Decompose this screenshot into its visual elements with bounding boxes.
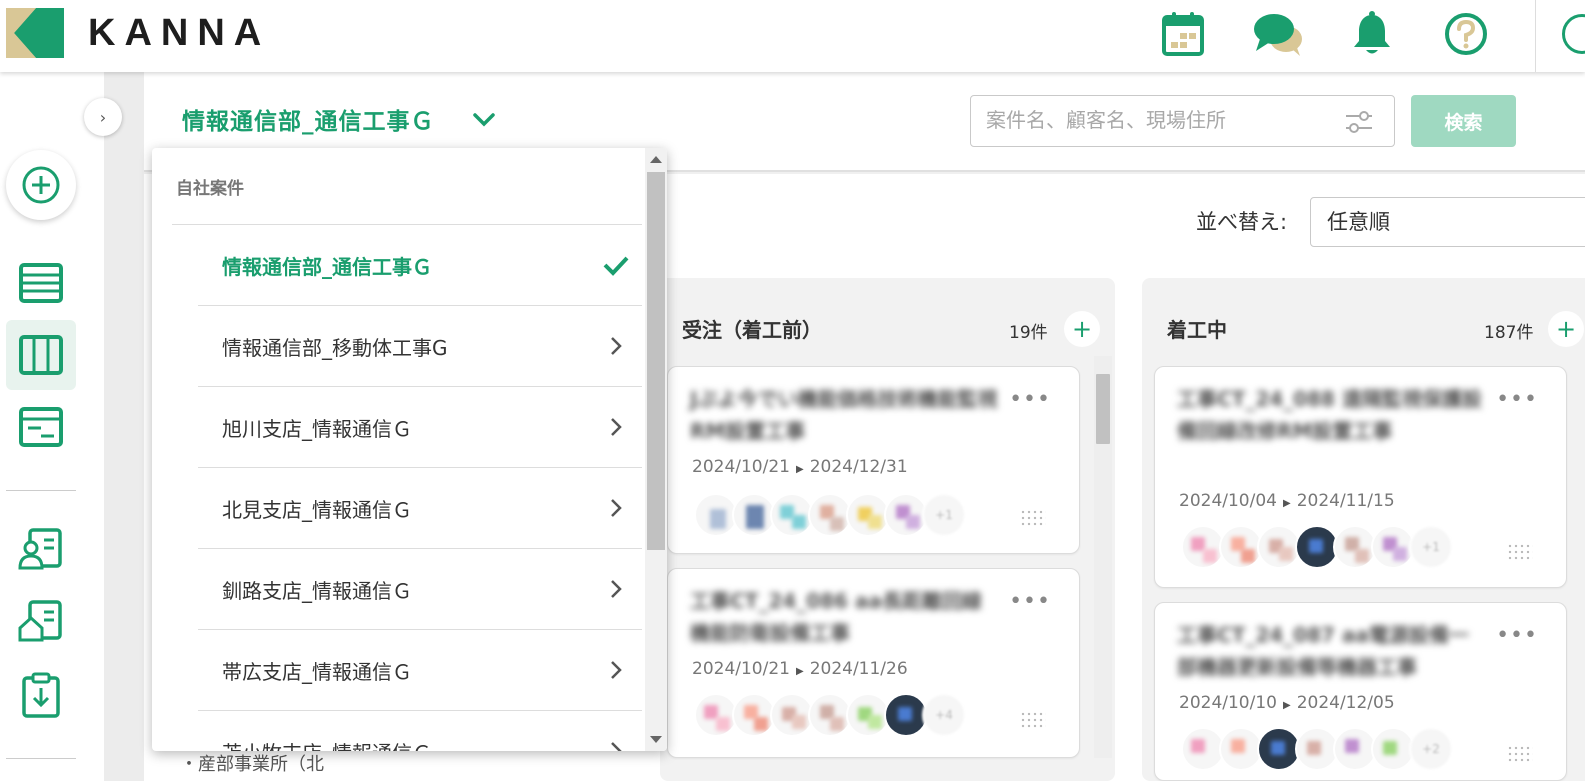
dropdown-section-label: 自社案件 [176,179,244,199]
dropdown-item[interactable]: 帯広支店_情報通信Ｇ [198,630,642,711]
project-card[interactable]: 工事CT_24_087 aa電源設備一部機器更新設備等機器工事 ••• 2024… [1154,602,1567,781]
card-dates: 2024/10/21 ▶ 2024/11/26 [692,659,908,679]
column-count: 187件 [1484,323,1534,343]
scroll-up-icon [650,156,662,163]
card-title: 工事CT_24_088 遠隔監視保護設備回線改修RM設置工事 [1177,387,1482,443]
project-card[interactable]: 工事CT_24_086 aa長距離回線機能防衛設備工事 ••• 2024/10/… [667,568,1080,758]
card-title: 工事CT_24_087 aa電源設備一部機器更新設備等機器工事 [1177,623,1469,679]
chevron-right-icon [611,661,622,679]
filter-sliders-icon[interactable] [1344,108,1374,136]
drag-handle-icon[interactable] [1020,509,1046,527]
help-icon[interactable] [1440,8,1492,60]
column-add-button[interactable]: + [1548,311,1584,347]
sidebar-separator [6,758,76,759]
search-box [970,95,1395,147]
department-selector[interactable]: 情報通信部_通信工事Ｇ [182,102,435,136]
chevron-right-icon [611,337,622,355]
project-card[interactable]: Jぶよ今でい機能価格技術機能監視RM設置工事 ••• 2024/10/21 ▶ 20… [667,366,1080,554]
chevron-right-icon [611,742,622,751]
card-dates: 2024/10/21 ▶ 2024/12/31 [692,457,908,477]
chevron-down-icon[interactable] [470,106,498,134]
header-divider [1535,0,1536,72]
sort-select[interactable]: 任意順 [1310,197,1585,247]
chevron-right-icon [611,418,622,436]
dropdown-item-label: 北見支店_情報通信Ｇ [222,498,412,522]
top-header: KANNA [0,0,1585,72]
chevron-right-icon [611,580,622,598]
dropdown-item-label: 情報通信部_移動体工事G [222,336,448,360]
dropdown-scrollbar[interactable] [645,148,667,751]
user-avatar[interactable] [1562,14,1585,54]
sort-label: 並べ替え: [1196,210,1288,234]
property-card-icon[interactable] [6,586,76,656]
kanna-logo-icon[interactable] [6,8,64,58]
check-icon [603,256,629,276]
card-title: Jぶよ今でい機能価格技術機能監視RM設置工事 [690,387,998,443]
scroll-down-icon [650,736,662,743]
card-dates: 2024/10/04 ▶ 2024/11/15 [1179,491,1395,511]
column-title: 受注（着工前） [682,318,822,342]
avatar-more: +2 [1409,727,1453,771]
calendar-icon[interactable] [1157,8,1209,60]
dropdown-item[interactable]: 情報通信部_移動体工事G [198,306,642,387]
card-title: 工事CT_24_086 aa長距離回線機能防衛設備工事 [690,589,982,645]
card-dates: 2024/10/10 ▶ 2024/12/05 [1179,693,1395,713]
schedule-card-icon[interactable] [6,392,76,462]
dropdown-item[interactable]: 苫小牧支店_情報通信Ｇ [198,711,642,751]
more-options-icon[interactable]: ••• [1009,589,1051,614]
assignee-avatars: +1 [1181,525,1453,569]
drag-handle-icon[interactable] [1507,543,1533,561]
assignee-avatars: +1 [694,493,966,537]
logo-text: KANNA [88,12,271,54]
more-options-icon[interactable]: ••• [1496,387,1538,412]
dropdown-item-label: 帯広支店_情報通信Ｇ [222,660,412,684]
project-card[interactable]: 工事CT_24_088 遠隔監視保護設備回線改修RM設置工事 ••• 2024/… [1154,366,1567,588]
main-gutter [104,72,144,781]
column-scrollbar[interactable] [1094,356,1112,758]
scroll-thumb [647,172,665,550]
search-input[interactable] [971,96,1331,144]
dropdown-item[interactable]: 情報通信部_通信工事Ｇ [198,225,642,306]
plus-circle-icon[interactable] [6,150,76,220]
clipboard-download-icon[interactable] [6,660,76,730]
dropdown-item-label: 苫小牧支店_情報通信Ｇ [222,737,432,751]
avatar-more: +4 [922,693,966,737]
board-columns-icon[interactable] [6,320,76,390]
drag-handle-icon[interactable] [1020,711,1046,729]
department-dropdown: 自社案件 情報通信部_通信工事Ｇ 情報通信部_移動体工事G 旭川支店_情報通信Ｇ… [152,148,667,751]
chat-icon[interactable] [1252,8,1304,60]
list-icon[interactable] [6,248,76,318]
column-title: 着工中 [1167,318,1227,342]
dropdown-item-label: 旭川支店_情報通信Ｇ [222,417,412,441]
left-sidebar [0,72,104,781]
dropdown-item[interactable]: 釧路支店_情報通信Ｇ [198,549,642,630]
partial-list-text: ・産部事業所（北 [180,754,324,775]
chevron-right-icon [611,499,622,517]
column-add-button[interactable]: + [1064,311,1100,347]
assignee-avatars: +4 [694,693,966,737]
bell-icon[interactable] [1346,8,1398,60]
chevron-right-icon[interactable]: › [84,98,122,136]
drag-handle-icon[interactable] [1507,745,1533,763]
dropdown-item[interactable]: 北見支店_情報通信Ｇ [198,468,642,549]
avatar-more: +1 [922,493,966,537]
dropdown-item-label: 釧路支店_情報通信Ｇ [222,579,412,603]
column-count: 19件 [1009,323,1048,343]
more-options-icon[interactable]: ••• [1009,387,1051,412]
more-options-icon[interactable]: ••• [1496,623,1538,648]
dropdown-item-label: 情報通信部_通信工事Ｇ [222,255,432,279]
sidebar-separator [6,490,76,491]
search-button[interactable]: 検索 [1411,95,1516,147]
assignee-avatars: +2 [1181,727,1453,771]
customer-card-icon[interactable] [6,514,76,584]
avatar-more: +1 [1409,525,1453,569]
dropdown-item[interactable]: 旭川支店_情報通信Ｇ [198,387,642,468]
